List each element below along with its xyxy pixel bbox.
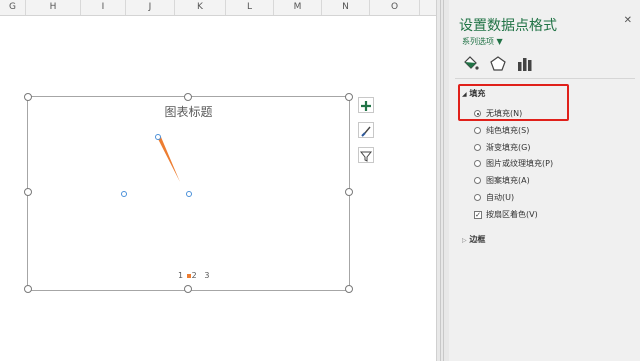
effects-tab[interactable] — [489, 55, 507, 73]
plus-icon — [361, 101, 371, 111]
chart-styles-button[interactable] — [358, 122, 374, 138]
chart-object[interactable]: 图表标题 1 2 3 — [27, 96, 350, 291]
border-section-header[interactable]: ▷ 边框 — [462, 234, 485, 245]
fill-line-tab[interactable] — [462, 55, 480, 73]
column-header-m[interactable]: M — [274, 0, 322, 15]
spreadsheet-area[interactable]: G H I J K L M N O 图表标题 1 2 3 — [0, 0, 436, 361]
gradient-fill-radio[interactable] — [474, 144, 481, 151]
resize-handle-bl[interactable] — [24, 285, 32, 293]
resize-handle-l[interactable] — [24, 188, 32, 196]
column-header-g[interactable]: G — [0, 0, 26, 15]
format-data-point-pane: 设置数据点格式 ✕ 系列选项 ▼ ◢ 填充 无填充(N) 纯色填充(S) 渐变填… — [449, 0, 640, 361]
solid-fill-radio[interactable] — [474, 127, 481, 134]
column-header-o[interactable]: O — [370, 0, 420, 15]
resize-handle-b[interactable] — [184, 285, 192, 293]
close-icon[interactable]: ✕ — [624, 15, 632, 26]
column-header-j[interactable]: J — [126, 0, 175, 15]
legend-item-2: 2 — [191, 271, 197, 280]
chart-legend[interactable]: 1 2 3 — [178, 271, 209, 280]
point-handle-top — [155, 134, 161, 140]
pattern-fill-radio[interactable] — [474, 177, 481, 184]
resize-handle-tr[interactable] — [345, 93, 353, 101]
pane-splitter[interactable] — [436, 0, 449, 361]
vary-colors-label: 按扇区着色(V) — [486, 210, 538, 219]
legend-marker-2 — [186, 273, 191, 278]
resize-handle-br[interactable] — [345, 285, 353, 293]
legend-item-1: 1 — [178, 271, 184, 280]
picture-fill-label: 图片或纹理填充(P) — [486, 159, 554, 168]
filter-icon — [359, 151, 373, 162]
resize-handle-tl[interactable] — [24, 93, 32, 101]
pane-title: 设置数据点格式 — [459, 18, 557, 34]
picture-fill-radio[interactable] — [474, 160, 481, 167]
chart-elements-button[interactable] — [358, 97, 374, 113]
highlight-annotation-box — [458, 84, 569, 121]
vary-colors-checkbox[interactable]: ✓ — [474, 211, 482, 219]
bar-chart-icon — [518, 58, 532, 71]
column-header-k[interactable]: K — [175, 0, 226, 15]
point-handle-right — [186, 191, 192, 197]
fill-bucket-icon — [464, 56, 479, 70]
resize-handle-t[interactable] — [184, 93, 192, 101]
legend-item-3: 3 — [204, 271, 210, 280]
pie-chart-plot[interactable] — [28, 97, 349, 290]
column-header-n[interactable]: N — [322, 0, 370, 15]
solid-fill-label: 纯色填充(S) — [486, 126, 530, 135]
pattern-fill-label: 图案填充(A) — [486, 176, 530, 185]
point-handle-left — [121, 191, 127, 197]
automatic-fill-radio[interactable] — [474, 194, 481, 201]
brush-icon — [361, 126, 371, 137]
border-section-label: 边框 — [469, 235, 486, 244]
pie-slice-2 — [156, 135, 180, 182]
gradient-fill-label: 渐变填充(G) — [486, 143, 531, 152]
pentagon-icon — [490, 56, 506, 71]
tabs-separator — [455, 78, 635, 79]
chart-filters-button[interactable] — [358, 147, 374, 163]
column-header-i[interactable]: I — [81, 0, 126, 15]
column-header-h[interactable]: H — [26, 0, 81, 15]
expand-triangle-icon: ▷ — [462, 237, 467, 244]
automatic-fill-label: 自动(U) — [486, 193, 515, 202]
splitter-grip[interactable] — [440, 0, 444, 361]
resize-handle-r[interactable] — [345, 188, 353, 196]
series-options-dropdown[interactable]: 系列选项 ▼ — [462, 36, 503, 47]
column-header-l[interactable]: L — [226, 0, 274, 15]
series-options-tab[interactable] — [516, 55, 534, 73]
column-header-bar: G H I J K L M N O — [0, 0, 436, 16]
